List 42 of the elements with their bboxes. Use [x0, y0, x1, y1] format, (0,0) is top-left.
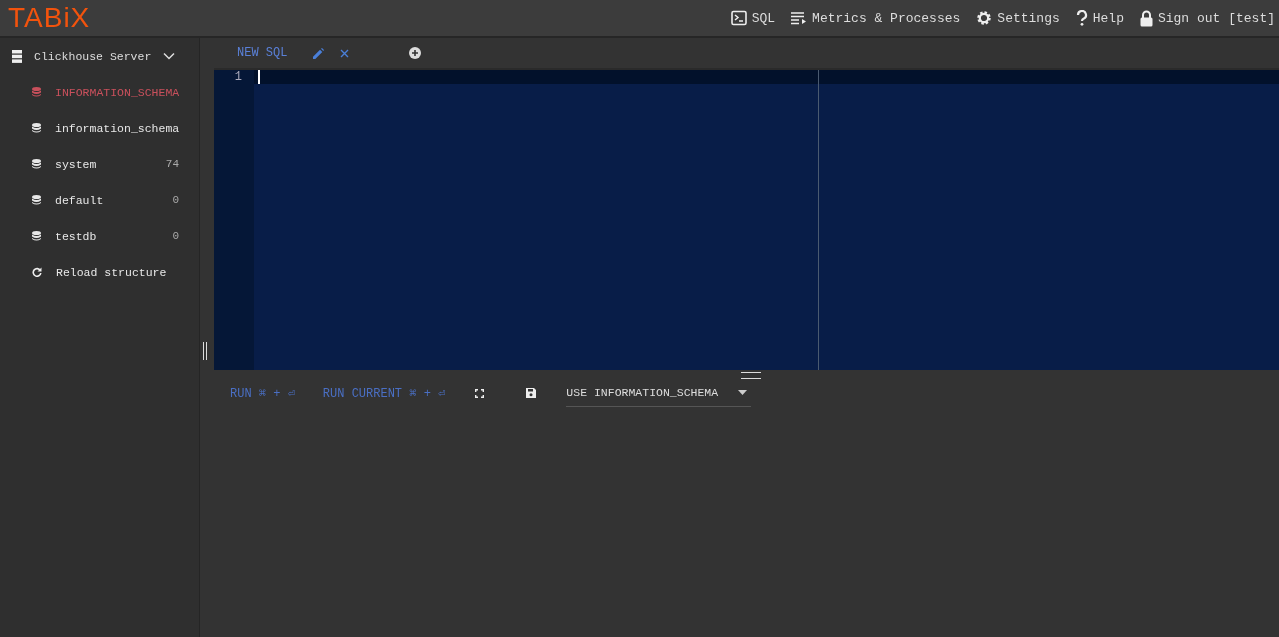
add-tab-button[interactable]: [407, 45, 424, 61]
lock-icon: [1139, 9, 1153, 27]
list-icon: [791, 11, 808, 25]
text-cursor: [258, 70, 260, 84]
help-icon: [1075, 10, 1088, 26]
database-select[interactable]: USE INFORMATION_SCHEMA: [566, 379, 752, 407]
server-item[interactable]: Clickhouse Server: [0, 48, 199, 64]
nav-link[interactable]: Settings: [976, 9, 1060, 27]
table-count: 0: [172, 230, 179, 242]
database-item[interactable]: default 0: [0, 192, 199, 208]
nav-link[interactable]: Metrics & Processes: [791, 9, 961, 27]
save-button[interactable]: [524, 386, 539, 400]
server-icon: [12, 49, 22, 63]
database-icon: [32, 87, 41, 97]
close-icon: [340, 48, 350, 58]
code-editor[interactable]: 1: [214, 70, 1279, 370]
database-item[interactable]: testdb 0: [0, 228, 199, 244]
fullscreen-button[interactable]: [473, 386, 487, 400]
database-item[interactable]: system 74: [0, 156, 199, 172]
resize-handle[interactable]: [203, 342, 207, 360]
table-count: 0: [172, 194, 179, 206]
pencil-icon: [313, 47, 325, 59]
database-icon: [32, 123, 41, 133]
reload-icon: [32, 267, 42, 277]
database-icon: [32, 231, 41, 241]
logo: TABiX: [8, 2, 91, 34]
reload-structure-button[interactable]: Reload structure: [0, 264, 199, 280]
database-item[interactable]: information_schema: [0, 120, 199, 136]
terminal-icon: [730, 10, 747, 26]
edit-button[interactable]: [311, 45, 327, 61]
nav-link[interactable]: SQL: [730, 9, 776, 27]
nav-link[interactable]: Sign out [test]: [1139, 9, 1275, 27]
fullscreen-icon: [475, 388, 485, 398]
database-icon: [32, 195, 41, 205]
table-count: 74: [165, 158, 179, 170]
dropdown-caret-icon: [738, 389, 748, 395]
database-icon: [32, 159, 41, 169]
nav-link[interactable]: Help: [1075, 9, 1124, 27]
line-number: 1: [234, 70, 242, 84]
plus-circle-icon: [409, 47, 422, 59]
resize-handle[interactable]: [740, 372, 761, 379]
settings-icon: [976, 10, 993, 26]
